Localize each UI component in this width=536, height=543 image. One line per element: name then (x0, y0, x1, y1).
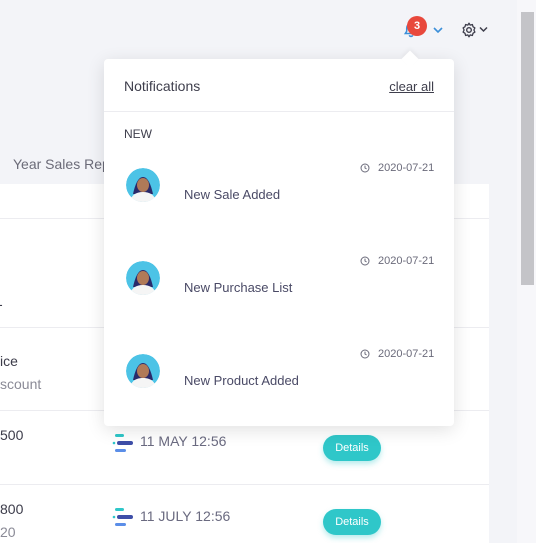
divider (104, 111, 454, 112)
notification-item[interactable]: 2020-07-21 New Purchase List (104, 255, 454, 335)
notification-item[interactable]: 2020-07-21 New Sale Added (104, 162, 454, 242)
notification-text: New Product Added (184, 373, 299, 388)
details-button[interactable]: Details (323, 509, 381, 535)
tab-year-sales-report[interactable]: Year Sales Rep (13, 156, 110, 172)
chevron-down-icon[interactable] (479, 26, 488, 33)
table-date: 11 MAY 12:56 (140, 433, 227, 449)
scrollbar-thumb[interactable] (521, 12, 534, 285)
table-date: 11 JULY 12:56 (140, 508, 231, 524)
clock-icon (360, 349, 370, 359)
notification-item[interactable]: 2020-07-21 New Product Added (104, 348, 454, 428)
notifications-title: Notifications (124, 78, 201, 94)
avatar (126, 354, 160, 388)
truncated-marker: - (0, 296, 3, 312)
notification-timestamp: 2020-07-21 (360, 348, 434, 360)
avatar (126, 168, 160, 202)
notification-text: New Sale Added (184, 187, 281, 202)
notification-count-badge: 3 (407, 16, 427, 36)
chevron-down-icon[interactable] (433, 26, 443, 34)
notifications-dropdown: Notifications clear all NEW 2020-07-21 N… (104, 59, 454, 426)
notification-date: 2020-07-21 (378, 162, 435, 174)
clock-icon (360, 256, 370, 266)
section-label: NEW (124, 127, 152, 141)
details-button[interactable]: Details (323, 435, 381, 461)
divider (0, 484, 489, 485)
table-cell: 20 (0, 524, 16, 540)
notification-bell-button[interactable]: 3 (403, 16, 437, 44)
column-subheader: scount (0, 376, 42, 392)
timeline-icon (112, 508, 133, 526)
notification-timestamp: 2020-07-21 (360, 162, 434, 174)
column-header: ice (0, 353, 18, 369)
notification-date: 2020-07-21 (378, 255, 435, 267)
avatar (126, 261, 160, 295)
table-cell: 500 (0, 427, 24, 443)
table-cell: 800 (0, 501, 24, 517)
gear-icon[interactable] (461, 22, 477, 38)
timeline-icon (112, 434, 133, 452)
notification-timestamp: 2020-07-21 (360, 255, 434, 267)
notification-text: New Purchase List (184, 280, 293, 295)
notification-date: 2020-07-21 (378, 348, 435, 360)
clear-all-link[interactable]: clear all (389, 79, 434, 94)
clock-icon (360, 163, 370, 173)
